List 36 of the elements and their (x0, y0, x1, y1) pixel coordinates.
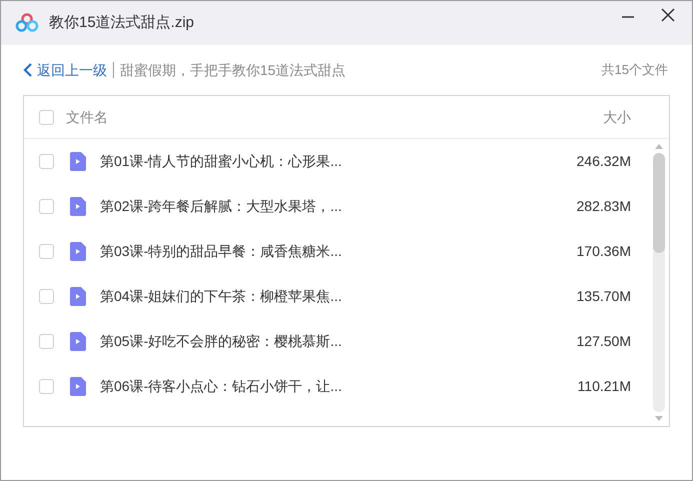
column-header: 文件名 (66, 108, 108, 126)
checkbox[interactable] (39, 289, 54, 304)
scroll-up-arrow-icon[interactable] (654, 143, 664, 149)
file-name[interactable]: 第05课-好吃不会胖的秘密：樱桃慕斯... (100, 331, 342, 352)
video-file-icon (70, 242, 86, 261)
chevron-left-icon (23, 63, 33, 77)
file-name[interactable]: 第04课-姐妹们的下午茶：柳橙苹果焦... (100, 286, 342, 307)
file-name[interactable]: 第06课-待客小点心：钻石小饼干，让... (100, 376, 342, 397)
file-size: 282.83M (576, 197, 631, 216)
back-link[interactable]: 返回上一级 (23, 60, 107, 80)
file-name[interactable]: 第03课-特别的甜品早餐：咸香焦糖米... (100, 241, 342, 262)
file-count: 共15个文件 (602, 61, 668, 80)
checkbox[interactable] (39, 244, 54, 259)
column-header: 大小 (603, 108, 631, 126)
video-file-icon (70, 332, 86, 351)
file-name[interactable]: 第01课-情人节的甜蜜小心机：心形果... (100, 151, 342, 172)
video-file-icon (70, 287, 86, 306)
checkbox[interactable] (39, 110, 54, 124)
cloud-logo-icon (15, 13, 39, 33)
file-size: 246.32M (576, 152, 631, 171)
file-size: 127.50M (576, 332, 631, 351)
window-title: 教你15道法式甜点.zip (49, 12, 194, 33)
video-file-icon (70, 377, 86, 396)
checkbox[interactable] (39, 379, 54, 394)
file-size: 110.21M (578, 377, 631, 396)
file-name[interactable]: 第02课-跨年餐后解腻：大型水果塔，... (100, 196, 342, 217)
close-icon (661, 8, 675, 22)
checkbox[interactable] (39, 334, 54, 349)
video-file-icon (70, 197, 86, 216)
file-size: 170.36M (576, 242, 631, 261)
checkbox[interactable] (39, 199, 54, 214)
scroll-down-arrow-icon[interactable] (654, 416, 664, 422)
video-file-icon (70, 152, 86, 171)
folder-path: 甜蜜假期，手把手教你15道法式甜点 (120, 60, 346, 80)
checkbox[interactable] (39, 154, 54, 169)
file-size: 135.70M (576, 287, 631, 306)
